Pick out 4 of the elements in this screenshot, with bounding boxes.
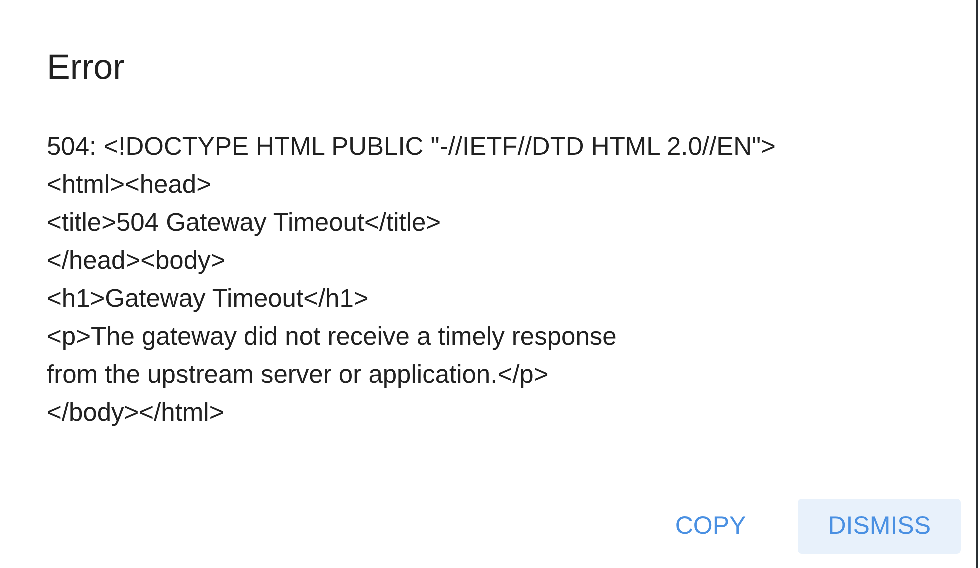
error-message: 504: <!DOCTYPE HTML PUBLIC "-//IETF//DTD HTML 2.0//EN"> <html><head> <title>504 Gateway Timeout</title> </head><body> <h1>Gateway Timeout</h1> <p>The gateway did not receive a timely response from the upstream server or application.</p> </body></html> [47, 132, 777, 429]
dialog-title: Error [47, 47, 126, 89]
dismiss-button[interactable]: DISMISS [798, 499, 961, 554]
copy-button[interactable]: COPY [645, 499, 776, 554]
